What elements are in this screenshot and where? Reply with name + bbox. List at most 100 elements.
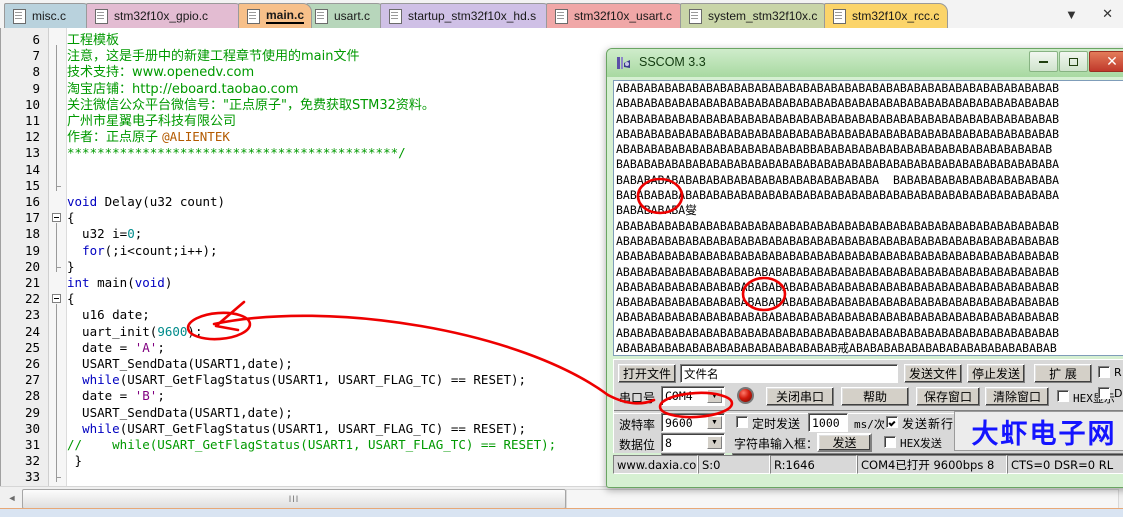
send-button[interactable]: 发送	[817, 433, 872, 452]
extend-button[interactable]: 扩 展	[1034, 364, 1092, 383]
line-number: 20	[24, 258, 40, 274]
scrollbar-thumb[interactable]: III	[22, 489, 566, 509]
code-line[interactable]: date = 'A';	[67, 340, 165, 356]
hex-send-checkbox[interactable]	[884, 436, 896, 448]
line-number: 27	[24, 372, 40, 388]
right-checkbox-1[interactable]	[1098, 366, 1110, 378]
status-cell: R:1646	[770, 455, 857, 474]
editor-tab-label: stm32f10x_gpio.c	[114, 9, 209, 23]
code-line[interactable]: 作者：正点原子 @ALIENTEK	[67, 129, 230, 146]
right-checkbox-2[interactable]	[1098, 387, 1110, 399]
sscom-window[interactable]: SSCOM 3.3 ✕ ABABABABABABABABABABABABABAB…	[606, 48, 1123, 488]
code-line[interactable]: uart_init(9600);	[67, 324, 202, 340]
editor-tab-misc-c[interactable]: misc.c	[4, 3, 92, 28]
stop-send-button[interactable]: 停止发送	[967, 364, 1025, 383]
filename-input[interactable]: 文件名	[680, 364, 898, 383]
scroll-left-icon[interactable]: ◄	[4, 490, 20, 506]
close-tab-icon[interactable]: ✕	[1098, 6, 1117, 22]
editor-tab-startup-stm32f10x-hd-s[interactable]: startup_stm32f10x_hd.s	[380, 3, 552, 28]
close-button[interactable]: ✕	[1089, 51, 1123, 72]
code-folding-column[interactable]	[49, 28, 67, 486]
file-icon	[689, 8, 702, 24]
editor-tab-label: startup_stm32f10x_hd.s	[408, 9, 537, 23]
hex-send-label: HEX发送	[900, 437, 942, 450]
code-line[interactable]: USART_SendData(USART1,date);	[67, 356, 293, 372]
maximize-button[interactable]	[1059, 51, 1088, 72]
send-newline-checkbox[interactable]	[886, 416, 898, 428]
help-button[interactable]: 帮助	[841, 387, 909, 406]
code-line[interactable]: while(USART_GetFlagStatus(USART1, USART_…	[67, 372, 526, 388]
send-file-button[interactable]: 发送文件	[904, 364, 962, 383]
baud-rate-select[interactable]: 9600 ▼	[661, 413, 725, 432]
editor-tab-label: stm32f10x_usart.c	[574, 9, 673, 23]
code-line[interactable]: {	[67, 210, 75, 226]
editor-tab-stm32f10x-gpio-c[interactable]: stm32f10x_gpio.c	[86, 3, 244, 28]
tab-list-dropdown-icon[interactable]: ▼	[1061, 7, 1082, 22]
editor-tab-label: stm32f10x_rcc.c	[852, 9, 940, 23]
code-line[interactable]: }	[67, 259, 75, 275]
status-cell: COM4已打开 9600bps 8	[857, 455, 1007, 474]
code-line[interactable]: {	[67, 291, 75, 307]
editor-horizontal-scrollbar[interactable]: ◄ III	[0, 486, 1123, 509]
right-checkbox-1-label: R	[1114, 366, 1122, 379]
sscom-title-bar[interactable]: SSCOM 3.3 ✕	[607, 49, 1123, 77]
fold-toggle-icon[interactable]	[52, 213, 61, 223]
fold-toggle-icon[interactable]	[52, 294, 61, 304]
code-line[interactable]: while(USART_GetFlagStatus(USART1, USART_…	[67, 421, 526, 437]
timed-send-label: 定时发送	[752, 417, 801, 431]
com-port-select[interactable]: COM4 ▼	[661, 386, 725, 406]
baud-chevron-down-icon[interactable]: ▼	[707, 416, 722, 429]
data-bits-chevron-down-icon[interactable]: ▼	[707, 436, 722, 449]
code-line[interactable]: 广州市星翼电子科技有限公司	[67, 113, 236, 130]
timed-interval-input[interactable]: 1000	[808, 413, 848, 432]
fold-guide	[56, 223, 57, 272]
timed-send-checkbox[interactable]	[736, 416, 748, 428]
line-number: 23	[24, 307, 40, 323]
file-icon	[95, 8, 108, 24]
minimize-button[interactable]	[1029, 51, 1058, 72]
code-line[interactable]: u32 i=0;	[67, 226, 142, 242]
hex-display-checkbox[interactable]	[1057, 390, 1069, 402]
line-number: 14	[24, 161, 40, 177]
code-line[interactable]: USART_SendData(USART1,date);	[67, 405, 293, 421]
code-line[interactable]: }	[67, 453, 83, 469]
file-icon	[389, 8, 402, 24]
code-line[interactable]: 工程模板	[67, 32, 119, 49]
editor-tab-stm32f10x-usart-c[interactable]: stm32f10x_usart.c	[546, 3, 686, 28]
editor-tab-system-stm32f10x-c[interactable]: system_stm32f10x.c	[680, 3, 830, 28]
editor-tab-main-c[interactable]: main.c	[238, 3, 312, 28]
code-line[interactable]: u16 date;	[67, 307, 150, 323]
editor-tab-usart-c[interactable]: usart.c	[306, 3, 386, 28]
data-bits-select[interactable]: 8 ▼	[661, 433, 725, 452]
ms-unit-label: ms/次	[854, 418, 885, 431]
code-line[interactable]: int main(void)	[67, 275, 172, 291]
clear-window-button[interactable]: 清除窗口	[985, 387, 1049, 406]
code-line[interactable]: 关注微信公众平台微信号："正点原子"，免费获取STM32资料。	[67, 97, 435, 114]
code-line[interactable]: void Delay(u32 count)	[67, 194, 225, 210]
code-line[interactable]: 淘宝店铺：http://eboard.taobao.com	[67, 81, 298, 98]
editor-tab-label: usart.c	[334, 9, 371, 23]
close-port-button[interactable]: 关闭串口	[766, 387, 834, 406]
code-line[interactable]: // while(USART_GetFlagStatus(USART1, USA…	[67, 437, 556, 453]
code-line[interactable]: for(;i<count;i++);	[67, 243, 217, 259]
line-number: 12	[24, 129, 40, 145]
data-bits-value: 8	[665, 435, 672, 450]
window-control-buttons: ✕	[1028, 51, 1123, 73]
editor-tab-bar: misc.c stm32f10x_gpio.c main.c usart.c start…	[0, 0, 1123, 29]
code-line[interactable]: 技术支持：www.openedv.com	[67, 64, 254, 81]
scrollbar-track[interactable]	[566, 489, 1119, 509]
save-window-button[interactable]: 保存窗口	[916, 387, 980, 406]
editor-tab-stm32f10x-rcc-c[interactable]: stm32f10x_rcc.c	[824, 3, 948, 28]
status-cell: CTS=0 DSR=0 RL	[1007, 455, 1123, 474]
line-number: 13	[24, 145, 40, 161]
terminal-output[interactable]: ABABABABABABABABABABABABABABABABABABABAB…	[613, 80, 1123, 356]
code-line[interactable]: 注意，这是手册中的新建工程章节使用的main文件	[67, 48, 359, 65]
code-line[interactable]: date = 'B';	[67, 388, 165, 404]
code-line[interactable]: ****************************************…	[67, 145, 406, 161]
terminal-text: ABABABABABABABABABABABABABABABABABABABAB…	[616, 81, 1059, 355]
open-file-button[interactable]: 打开文件	[618, 364, 676, 383]
line-number: 31	[24, 437, 40, 452]
line-number: 11	[24, 113, 40, 128]
chevron-down-icon[interactable]: ▼	[707, 389, 722, 403]
line-number: 32	[24, 453, 40, 469]
